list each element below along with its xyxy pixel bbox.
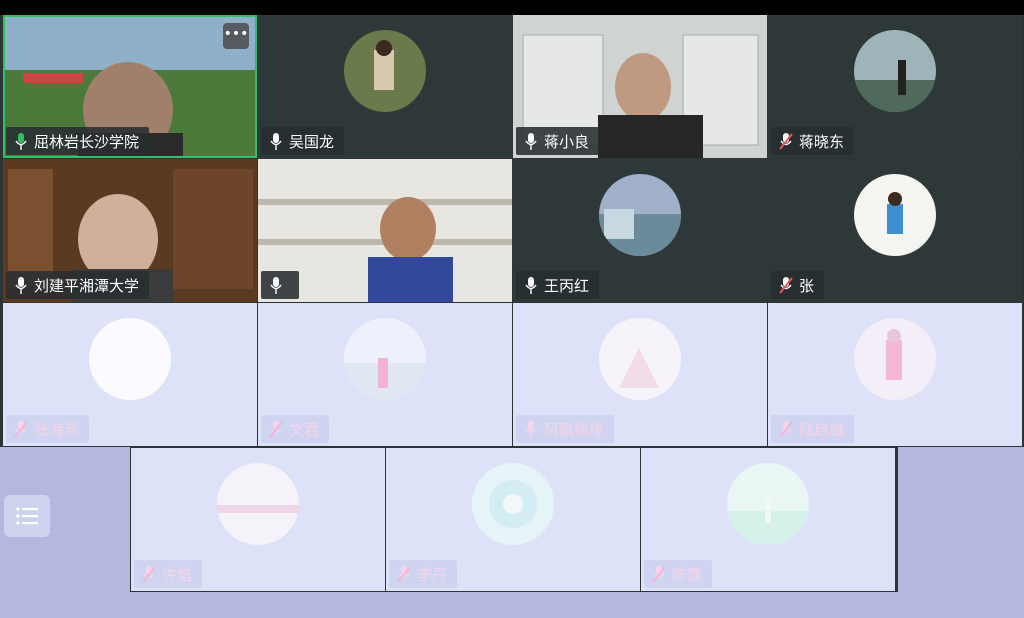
microphone-icon: [269, 276, 283, 294]
microphone-muted-icon: [779, 276, 793, 294]
avatar: [472, 463, 554, 545]
avatar: [727, 463, 809, 545]
participant-label: 陈露: [644, 560, 713, 588]
microphone-muted-icon: [269, 420, 283, 438]
avatar: [599, 318, 681, 400]
participant-label: 文君: [261, 415, 330, 443]
microphone-muted-icon: [652, 565, 666, 583]
avatar: [344, 30, 426, 112]
grid-padding: [898, 447, 1024, 618]
participant-name: 文君: [289, 420, 320, 439]
participant-name: 张: [799, 276, 815, 295]
participant-name: 吴国龙: [289, 132, 335, 151]
participant-label: 刘建平湘潭大学: [6, 271, 150, 299]
participant-tile[interactable]: 刘建平湘潭大学: [3, 159, 257, 302]
microphone-muted-icon: [779, 132, 793, 150]
participant-tile[interactable]: 风飘情缘: [513, 303, 767, 446]
participant-tile[interactable]: 吴国龙: [258, 15, 512, 158]
participant-tile[interactable]: 王丙红: [513, 159, 767, 302]
microphone-muted-icon: [142, 565, 156, 583]
participant-tile[interactable]: 文君: [258, 303, 512, 446]
participant-label: 张海燕: [6, 415, 90, 443]
microphone-icon: [14, 276, 28, 294]
microphone-icon: [524, 132, 538, 150]
avatar: [854, 174, 936, 256]
avatar: [344, 318, 426, 400]
participant-label: 陆启越: [771, 415, 855, 443]
participant-tile[interactable]: 张: [768, 159, 1022, 302]
microphone-icon: [14, 132, 28, 150]
participant-name: 蒋晓东: [799, 132, 845, 151]
microphone-muted-icon: [779, 420, 793, 438]
participant-name: 屈林岩长沙学院: [34, 132, 140, 151]
video-grid: ••• 屈林岩长沙学院 吴国龙 蒋小良 蒋晓东 刘建平湘潭大学 王丙红 张 张海…: [0, 15, 1024, 618]
participant-name: 蒋小良: [544, 132, 590, 151]
participant-tile[interactable]: 李丹: [386, 448, 640, 591]
participant-label: 李丹: [389, 560, 458, 588]
window-top-bar: [0, 0, 1024, 15]
microphone-icon: [269, 132, 283, 150]
participant-name: 刘建平湘潭大学: [34, 276, 140, 295]
participant-label: 许焰: [134, 560, 203, 588]
avatar: [599, 174, 681, 256]
participant-name: 王丙红: [544, 276, 590, 295]
microphone-muted-icon: [397, 565, 411, 583]
participant-tile[interactable]: 蒋晓东: [768, 15, 1022, 158]
list-icon: [16, 507, 38, 525]
participant-name: 风飘情缘: [544, 420, 605, 439]
participant-name: 陆启越: [799, 420, 845, 439]
microphone-icon: [524, 420, 538, 438]
avatar: [89, 318, 171, 400]
participant-tile[interactable]: 蒋小良: [513, 15, 767, 158]
microphone-icon: [524, 276, 538, 294]
participant-name: 李丹: [417, 565, 448, 584]
participant-name: 张海燕: [34, 420, 80, 439]
participant-list-button[interactable]: [4, 495, 50, 537]
participant-label: 蒋晓东: [771, 127, 855, 155]
avatar: [217, 463, 299, 545]
participant-label: 王丙红: [516, 271, 600, 299]
participant-label: 屈林岩长沙学院: [6, 127, 150, 155]
avatar: [854, 318, 936, 400]
grid-padding: [130, 592, 898, 618]
participant-tile[interactable]: 张海燕: [3, 303, 257, 446]
participant-tile[interactable]: [258, 159, 512, 302]
participant-label: 张: [771, 271, 825, 299]
participant-name: 陈露: [672, 565, 703, 584]
participant-label: 风飘情缘: [516, 415, 615, 443]
participant-label: [261, 271, 299, 299]
participant-tile[interactable]: ••• 屈林岩长沙学院: [3, 15, 257, 158]
avatar: [854, 30, 936, 112]
microphone-muted-icon: [14, 420, 28, 438]
participant-tile[interactable]: 许焰: [131, 448, 385, 591]
participant-label: 吴国龙: [261, 127, 345, 155]
participant-tile[interactable]: 陆启越: [768, 303, 1022, 446]
participant-name: 许焰: [162, 565, 193, 584]
participant-tile[interactable]: 陈露: [641, 448, 895, 591]
more-options-button[interactable]: •••: [223, 23, 249, 49]
participant-label: 蒋小良: [516, 127, 600, 155]
